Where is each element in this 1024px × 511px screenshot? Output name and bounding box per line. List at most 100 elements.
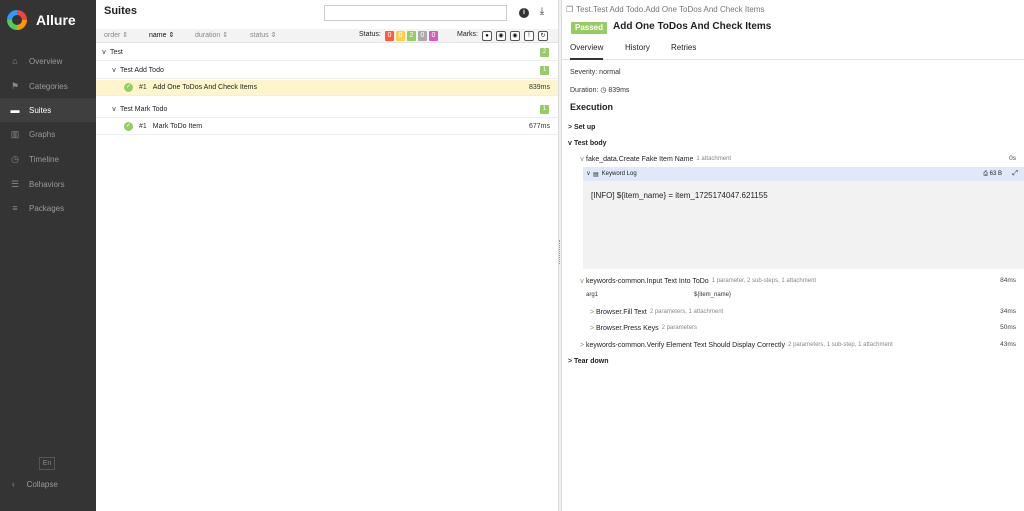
chevron-down-icon: v	[580, 277, 584, 285]
test-result-panel: ❐ Test.Test Add Todo.Add One ToDos And C…	[562, 0, 1024, 511]
collapse-label: Collapse	[26, 479, 58, 489]
sidebar-item-label: Categories	[29, 81, 68, 91]
keyword-log-text: [INFO] ${item_name} = item_1725174047.62…	[591, 191, 768, 200]
expand-icon[interactable]: ⤢	[1012, 170, 1018, 178]
test-case-name: Add One ToDos And Check Items	[152, 84, 257, 91]
status-broken-toggle[interactable]: 0	[396, 31, 405, 41]
chevron-right-icon: >	[567, 357, 573, 365]
retries-mark-icon[interactable]: ↻	[538, 31, 548, 41]
info-icon[interactable]: i	[519, 8, 529, 18]
sidebar-item-graphs[interactable]: ▥ Graphs	[0, 122, 96, 146]
execution-title: Execution	[570, 102, 614, 112]
chevron-right-icon: >	[579, 341, 585, 349]
status-badge: Passed	[571, 22, 607, 34]
tree-node-root[interactable]: v Test 2	[96, 45, 558, 61]
test-body-section[interactable]: v Test body	[562, 136, 1024, 150]
passed-check-icon: ✓	[124, 122, 133, 131]
list-icon: ☰	[10, 179, 20, 189]
tree-node-group[interactable]: v Test Mark Todo 1	[96, 102, 558, 118]
new-passed-mark-icon[interactable]: ◉	[510, 31, 520, 41]
tab-history[interactable]: History	[625, 43, 650, 60]
page-title: Suites	[104, 5, 138, 17]
breadcrumb: ❐ Test.Test Add Todo.Add One ToDos And C…	[566, 5, 765, 14]
passed-check-icon: ✓	[124, 83, 133, 92]
teardown-section[interactable]: > Tear down	[562, 354, 1024, 368]
tab-overview[interactable]: Overview	[570, 43, 604, 60]
test-case-name: Mark ToDo Item	[152, 123, 203, 130]
step-row[interactable]: > keywords-common.Verify Element Text Sh…	[562, 338, 1024, 352]
tab-retries[interactable]: Retries	[671, 43, 696, 60]
home-icon: ⌂	[12, 56, 18, 66]
status-passed-toggle[interactable]: 2	[407, 31, 416, 41]
chevron-right-icon: >	[589, 308, 595, 316]
brand-name: Allure	[36, 12, 76, 28]
step-row[interactable]: v fake_data.Create Fake Item Name 1 atta…	[562, 152, 1024, 166]
count-badge: 1	[540, 66, 549, 75]
chevron-down-icon: v	[102, 49, 106, 56]
chevron-down-icon: v	[112, 67, 116, 74]
severity: Severity: normal	[570, 69, 621, 76]
parameter-name: arg1	[586, 292, 599, 298]
sidebar-item-label: Timeline	[29, 154, 59, 164]
new-broken-mark-icon[interactable]: !	[524, 31, 534, 41]
allure-logo-icon	[7, 10, 27, 30]
step-row[interactable]: > Browser.Fill Text 2 parameters, 1 atta…	[562, 305, 1024, 319]
allure-report-app: Allure ⌂ Overview ⚑ Categories ▬ Suites …	[0, 0, 1024, 511]
status-filter-label: Status:	[359, 31, 381, 38]
flag-icon: ⚑	[10, 81, 20, 91]
duration: Duration: ◷ 839ms	[570, 87, 630, 94]
suites-panel: Suites i ⤓ order ⇕ name ⇕ duration ⇕ sta…	[96, 0, 558, 511]
attachment-size: ⎙ 63 B	[983, 171, 1002, 177]
setup-section[interactable]: > Set up	[562, 120, 1024, 134]
tree-node-group[interactable]: v Test Add Todo 1	[96, 63, 558, 79]
brand[interactable]: Allure	[7, 9, 76, 31]
chevron-left-icon: ‹	[12, 479, 15, 489]
sidebar-item-categories[interactable]: ⚑ Categories	[0, 74, 96, 98]
sidebar-item-label: Graphs	[29, 129, 56, 139]
attachment-content: [INFO] ${item_name} = item_1725174047.62…	[583, 181, 1024, 269]
count-badge: 1	[540, 105, 549, 114]
sidebar: Allure ⌂ Overview ⚑ Categories ▬ Suites …	[0, 0, 96, 511]
sort-order[interactable]: order ⇕	[104, 31, 128, 39]
test-title: Add One ToDos And Check Items	[613, 21, 772, 32]
bar-chart-icon: ▥	[10, 129, 20, 139]
sidebar-item-packages[interactable]: ≡ Packages	[0, 196, 96, 220]
new-failed-mark-icon[interactable]: ◉	[496, 31, 506, 41]
attachment-header[interactable]: v ▤ Keyword Log ⎙ 63 B ⤢	[583, 167, 1024, 181]
parameter-value: ${item_name}	[694, 292, 732, 298]
status-unknown-toggle[interactable]: 0	[429, 31, 438, 41]
count-badge: 2	[540, 48, 549, 57]
copy-icon[interactable]: ❐	[566, 5, 573, 14]
search-input[interactable]	[324, 5, 507, 21]
file-icon: ▤	[593, 171, 599, 178]
sidebar-item-overview[interactable]: ⌂ Overview	[0, 49, 96, 73]
collapse-button[interactable]: ‹ Collapse	[0, 477, 96, 491]
marks-filter-label: Marks:	[457, 31, 478, 38]
chevron-down-icon: v	[568, 139, 572, 147]
briefcase-icon: ▬	[10, 105, 20, 115]
sidebar-item-suites[interactable]: ▬ Suites	[0, 98, 96, 122]
language-switch[interactable]: En	[39, 457, 55, 470]
download-icon[interactable]: ⤓	[536, 6, 548, 18]
flaky-mark-icon[interactable]: ●	[482, 31, 492, 41]
sidebar-item-timeline[interactable]: ◷ Timeline	[0, 147, 96, 171]
test-case-duration: 677ms	[528, 123, 550, 130]
status-skipped-toggle[interactable]: 0	[418, 31, 427, 41]
step-row[interactable]: v keywords-common.Input Text Into ToDo 1…	[562, 274, 1024, 288]
test-case-row[interactable]: ✓ #1 Mark ToDo Item 677ms	[96, 119, 558, 135]
sidebar-item-label: Suites	[29, 105, 52, 115]
sort-name[interactable]: name ⇕	[149, 31, 174, 39]
sort-duration[interactable]: duration ⇕	[195, 31, 228, 39]
align-left-icon: ≡	[12, 203, 18, 213]
step-row[interactable]: > Browser.Press Keys 2 parameters 50ms	[562, 321, 1024, 335]
clock-icon: ◷	[11, 154, 19, 164]
test-case-duration: 839ms	[528, 84, 550, 91]
chevron-right-icon: >	[589, 324, 595, 332]
test-case-row[interactable]: ✓ #1 Add One ToDos And Check Items 839ms	[96, 80, 558, 96]
sidebar-item-behaviors[interactable]: ☰ Behaviors	[0, 172, 96, 196]
status-failed-toggle[interactable]: 0	[385, 31, 394, 41]
sort-status[interactable]: status ⇕	[250, 31, 277, 39]
sort-bar: order ⇕ name ⇕ duration ⇕ status ⇕ Statu…	[96, 29, 558, 43]
sidebar-item-label: Packages	[29, 203, 65, 213]
chevron-down-icon: v	[112, 106, 116, 113]
